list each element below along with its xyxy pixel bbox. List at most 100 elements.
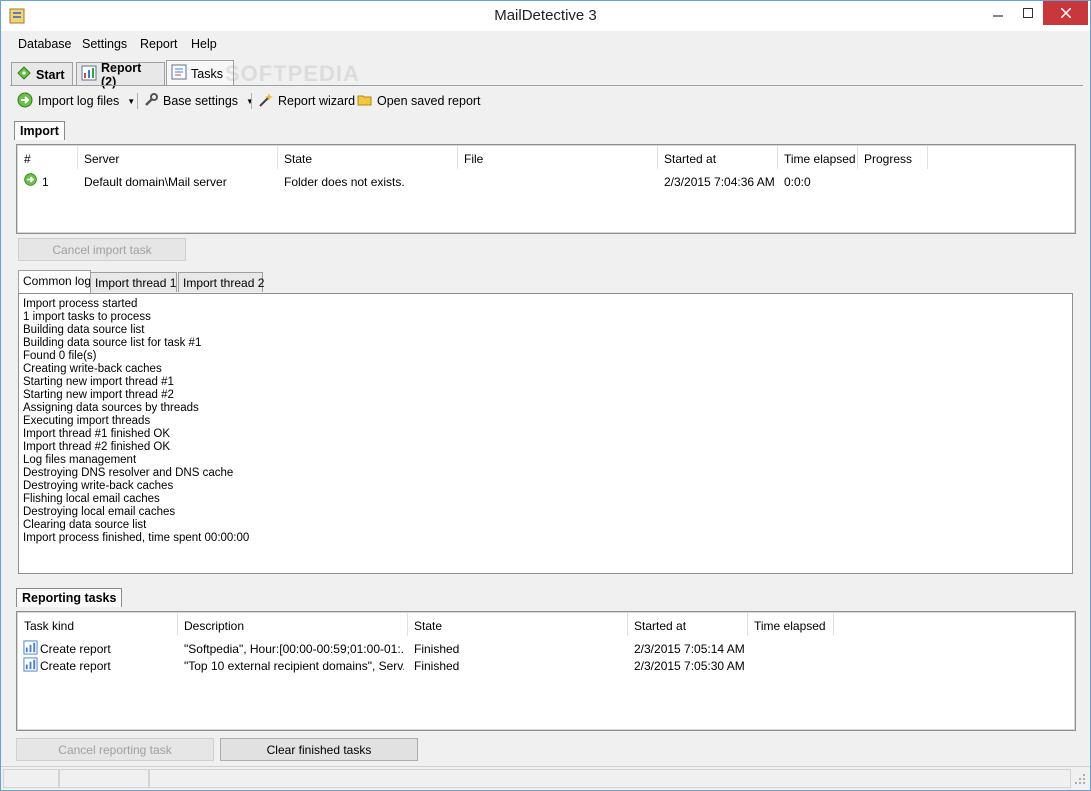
log-line: Import process started — [23, 298, 138, 310]
column-header-time-elapsed[interactable]: Time elapsed — [748, 613, 834, 636]
report-row-state: Finished — [414, 642, 460, 656]
log-line: Found 0 file(s) — [23, 350, 97, 362]
status-cell — [3, 769, 59, 788]
base-settings-label: Base settings — [163, 94, 239, 108]
report-row-kind: Create report — [40, 642, 111, 656]
import-row-state: Folder does not exists. — [284, 175, 405, 189]
report-wizard-label: Report wizard — [278, 94, 356, 108]
log-line: Destroying DNS resolver and DNS cache — [23, 467, 234, 479]
clear-finished-tasks-button[interactable]: Clear finished tasks — [220, 738, 418, 761]
report-row-description: "Softpedia", Hour:[00:00-00:59;01:00-01:… — [184, 642, 404, 656]
column-header-file[interactable]: File — [458, 146, 658, 169]
tab-import-thread-2[interactable]: Import thread 2 — [178, 272, 264, 292]
import-section-tab: Import — [14, 121, 65, 140]
title-bar: MailDetective 3 — [1, 1, 1090, 31]
tab-tasks[interactable]: Tasks — [166, 60, 234, 86]
log-line: Building data source list — [23, 324, 145, 336]
log-line: Assigning data sources by threads — [23, 402, 199, 414]
menu-help[interactable]: Help — [191, 37, 217, 51]
toolbar-separator — [137, 93, 138, 109]
window-title: MailDetective 3 — [494, 7, 597, 24]
resize-grip-icon[interactable] — [1074, 773, 1086, 788]
tasks-icon — [171, 64, 187, 83]
reporting-list-inner: Task kind Description State Started at T… — [17, 612, 1075, 730]
column-header-state[interactable]: State — [408, 613, 628, 636]
magic-wand-icon — [258, 92, 274, 111]
report-row-kind: Create report — [40, 659, 111, 673]
folder-icon — [357, 92, 373, 111]
reporting-task-list[interactable]: Task kind Description State Started at T… — [16, 611, 1076, 731]
log-line: Creating write-back caches — [23, 363, 162, 375]
status-bar — [1, 766, 1090, 790]
column-header-started-at[interactable]: Started at — [658, 146, 778, 169]
toolbar-separator — [251, 93, 252, 109]
log-line: Executing import threads — [23, 415, 151, 427]
import-task-list[interactable]: # Server State File Started at Time elap… — [16, 144, 1076, 234]
log-line: Destroying write-back caches — [23, 480, 174, 492]
common-log-text[interactable]: Import process started 1 import tasks to … — [18, 293, 1073, 574]
report-icon — [81, 65, 97, 84]
close-button[interactable] — [1043, 1, 1088, 25]
open-saved-report-button[interactable]: Open saved report — [357, 90, 481, 112]
log-line: Starting new import thread #1 — [23, 376, 174, 388]
reporting-tasks-section-tab: Reporting tasks — [16, 588, 123, 607]
import-row-server: Default domain\Mail server — [84, 175, 227, 189]
cancel-import-task-button[interactable]: Cancel import task — [18, 238, 186, 261]
cancel-reporting-task-button[interactable]: Cancel reporting task — [16, 738, 214, 761]
start-icon — [16, 65, 32, 84]
report-row-started: 2/3/2015 7:05:14 AM — [634, 642, 745, 656]
report-chart-icon — [23, 657, 38, 675]
log-line: Import process finished, time spent 00:0… — [23, 532, 250, 544]
column-header-server[interactable]: Server — [78, 146, 278, 169]
column-header-state[interactable]: State — [278, 146, 458, 169]
log-line: Building data source list for task #1 — [23, 337, 202, 349]
import-log-files-button[interactable]: Import log files ▼ — [16, 90, 135, 112]
app-window: MailDetective 3 Database Settings Report… — [0, 0, 1091, 791]
report-chart-icon — [23, 640, 38, 658]
base-settings-button[interactable]: Base settings ▼ — [143, 90, 254, 112]
tab-tasks-label: Tasks — [191, 66, 223, 81]
log-line: Log files management — [23, 454, 137, 466]
import-log-files-label: Import log files — [38, 94, 120, 108]
menu-database[interactable]: Database — [18, 37, 72, 51]
log-line: Import thread #1 finished OK — [23, 428, 171, 440]
import-row-started: 2/3/2015 7:04:36 AM — [664, 175, 775, 189]
column-header-time-elapsed[interactable]: Time elapsed — [778, 146, 858, 169]
minimize-button[interactable] — [981, 1, 1015, 25]
status-cell — [149, 769, 1071, 788]
menu-settings[interactable]: Settings — [82, 37, 127, 51]
report-row-started: 2/3/2015 7:05:30 AM — [634, 659, 745, 673]
import-list-inner: # Server State File Started at Time elap… — [17, 145, 1075, 233]
column-header-description[interactable]: Description — [178, 613, 408, 636]
log-line: 1 import tasks to process — [23, 311, 151, 323]
wrench-icon — [143, 92, 159, 111]
column-header-started-at[interactable]: Started at — [628, 613, 748, 636]
dropdown-arrow-icon[interactable]: ▼ — [127, 97, 135, 106]
tab-import-thread-1[interactable]: Import thread 1 — [90, 272, 177, 292]
report-row-description: "Top 10 external recipient domains", Ser… — [184, 659, 404, 673]
log-line: Starting new import thread #2 — [23, 389, 174, 401]
log-line: Flishing local email caches — [23, 493, 160, 505]
report-row-state: Finished — [414, 659, 460, 673]
maximize-button[interactable] — [1011, 1, 1045, 25]
column-header-progress[interactable]: Progress — [858, 146, 928, 169]
import-arrow-icon — [16, 91, 34, 112]
tab-common-log[interactable]: Common log — [18, 270, 91, 293]
import-row-icon — [23, 172, 38, 190]
log-line: Destroying local email caches — [23, 506, 176, 518]
log-line: Clearing data source list — [23, 519, 147, 531]
menu-report[interactable]: Report — [140, 37, 178, 51]
tab-start[interactable]: Start — [11, 62, 73, 86]
log-line: Import thread #2 finished OK — [23, 441, 171, 453]
tab-report[interactable]: Report (2) — [76, 61, 165, 89]
open-saved-report-label: Open saved report — [377, 94, 481, 108]
column-header-number[interactable]: # — [18, 146, 78, 169]
import-row-elapsed: 0:0:0 — [784, 175, 811, 189]
status-cell — [59, 769, 149, 788]
softpedia-watermark: SOFTPEDIA — [225, 61, 360, 86]
column-header-task-kind[interactable]: Task kind — [18, 613, 178, 636]
menu-bar: Database Settings Report Help — [1, 33, 1090, 55]
dropdown-arrow-icon[interactable]: ▼ — [246, 97, 254, 106]
report-wizard-button[interactable]: Report wizard — [258, 90, 355, 112]
import-row-number: 1 — [42, 175, 49, 189]
